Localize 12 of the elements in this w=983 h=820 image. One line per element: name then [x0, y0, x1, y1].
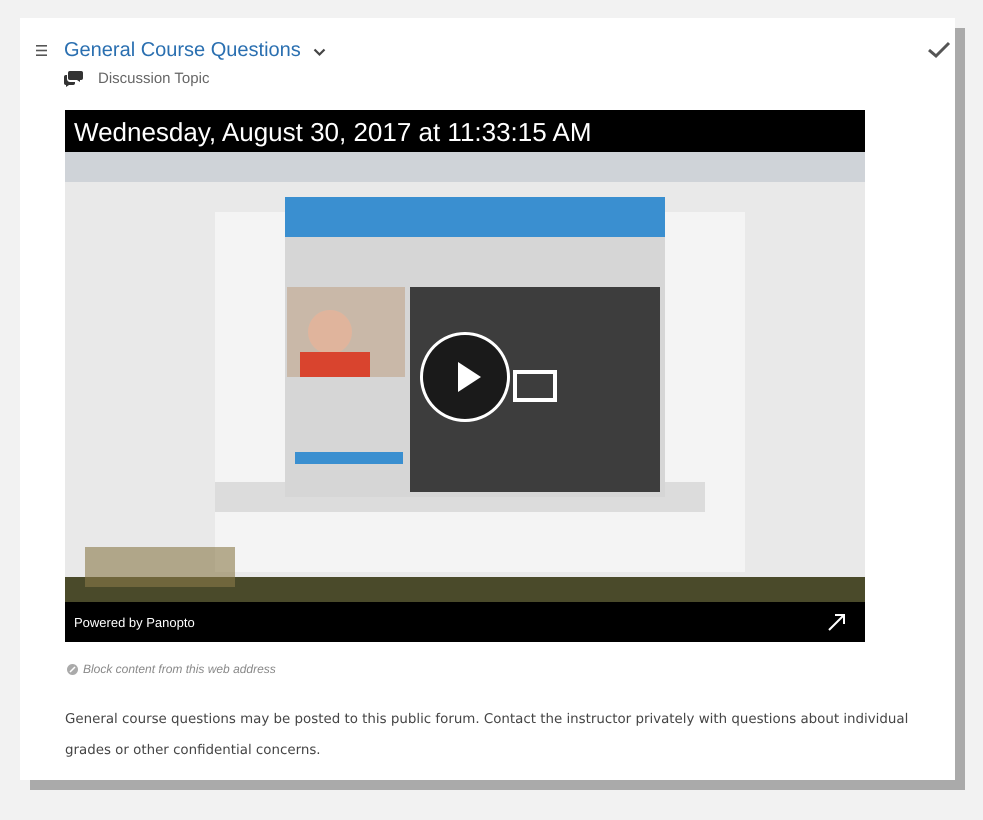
block-icon: [67, 664, 78, 674]
topic-title-link[interactable]: General Course Questions: [64, 38, 301, 62]
topic-description: General course questions may be posted to this public forum. Contact the instructor privately with questions about individual grades or other confidential concerns.: [65, 711, 910, 760]
video-timestamp: Wednesday, August 30, 2017 at 11:33:15 AM: [73, 116, 592, 149]
expand-icon[interactable]: [827, 612, 847, 632]
chevron-down-icon[interactable]: [312, 48, 326, 56]
block-content-link[interactable]: Block content from this web address: [83, 662, 276, 676]
powered-by-text: Powered by Panopto: [74, 614, 195, 630]
topic-type-label: Discussion Topic: [98, 70, 210, 86]
drag-handle-icon[interactable]: [36, 44, 47, 56]
discussion-icon: [64, 70, 83, 86]
play-icon: [456, 361, 482, 393]
